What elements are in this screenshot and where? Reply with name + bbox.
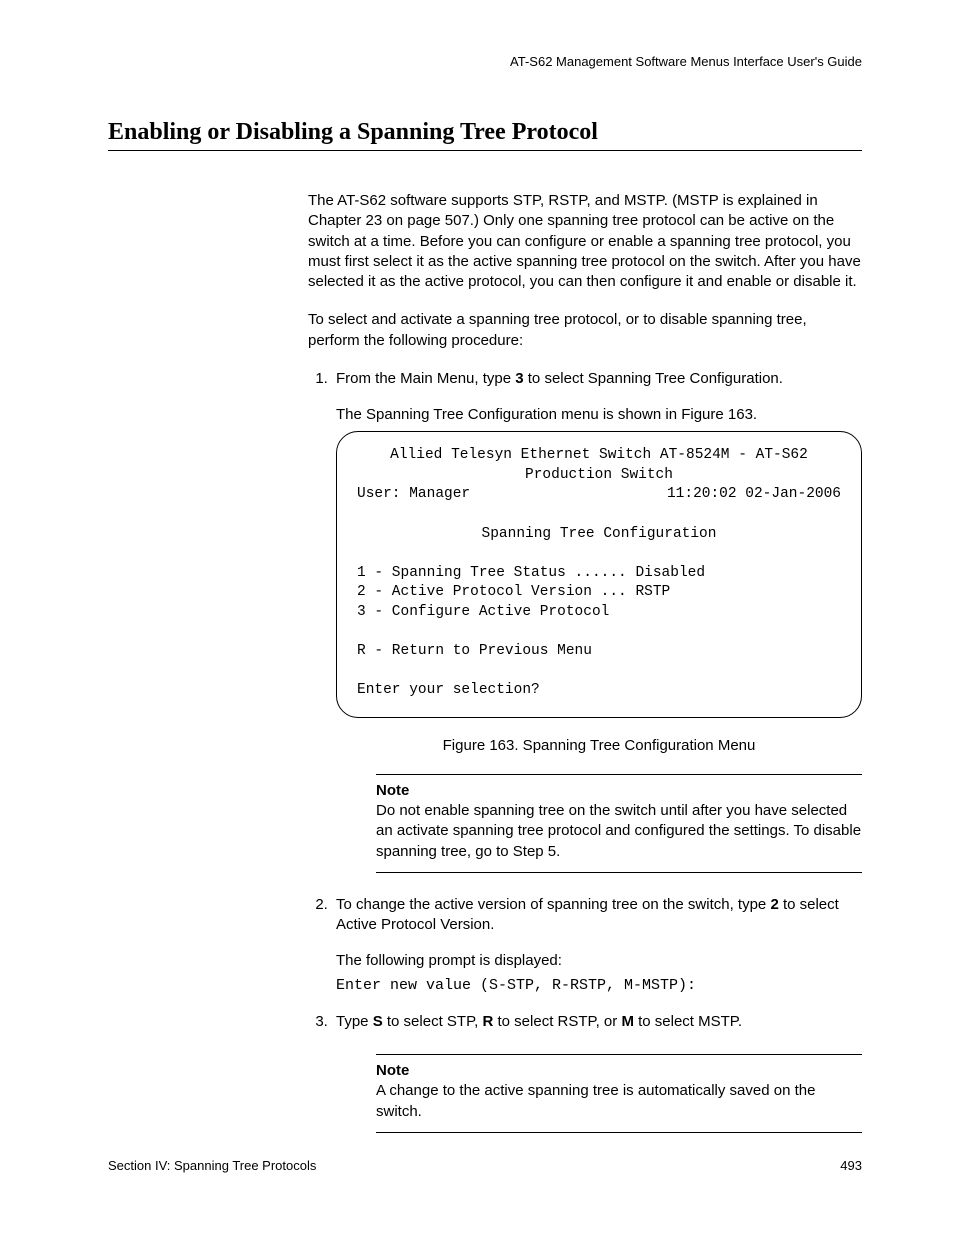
menu-title: Spanning Tree Configuration — [357, 525, 841, 545]
step-3-key-r: R — [482, 1013, 493, 1030]
menu-option-return: R - Return to Previous Menu — [357, 643, 592, 659]
menu-option-1: 1 - Spanning Tree Status ...... Disabled — [357, 565, 705, 581]
step-1-sub: The Spanning Tree Configuration menu is … — [336, 405, 862, 425]
intro-paragraph-2: To select and activate a spanning tree p… — [308, 310, 862, 351]
note-2-text: A change to the active spanning tree is … — [376, 1082, 815, 1119]
note-2: Note A change to the active spanning tre… — [376, 1054, 862, 1133]
menu-user-row: User: Manager 11:20:02 02-Jan-2006 — [357, 485, 841, 505]
step-1: From the Main Menu, type 3 to select Spa… — [332, 369, 862, 873]
step-3-text-d: to select RSTP, or — [493, 1013, 621, 1030]
page: AT-S62 Management Software Menus Interfa… — [0, 0, 954, 1235]
page-title: Enabling or Disabling a Spanning Tree Pr… — [108, 119, 862, 151]
page-footer: Section IV: Spanning Tree Protocols 493 — [108, 1158, 862, 1173]
step-3-text-e: to select MSTP. — [634, 1013, 742, 1030]
running-header: AT-S62 Management Software Menus Interfa… — [108, 54, 862, 69]
step-2: To change the active version of spanning… — [332, 895, 862, 996]
menu-prompt: Enter your selection? — [357, 682, 540, 698]
step-1-key: 3 — [515, 370, 523, 387]
footer-section: Section IV: Spanning Tree Protocols — [108, 1158, 316, 1173]
menu-option-2: 2 - Active Protocol Version ... RSTP — [357, 584, 670, 600]
step-3-key-s: S — [373, 1013, 383, 1030]
step-3-key-m: M — [621, 1013, 634, 1030]
step-2-sub: The following prompt is displayed: — [336, 951, 862, 971]
step-2-prompt: Enter new value (S-STP, R-RSTP, M-MSTP): — [336, 976, 862, 996]
step-2-text-a: To change the active version of spanning… — [336, 896, 770, 913]
step-1-text-b: to select Spanning Tree Configuration. — [524, 370, 783, 387]
menu-option-3: 3 - Configure Active Protocol — [357, 604, 609, 620]
step-2-key: 2 — [770, 896, 778, 913]
intro-paragraph-1: The AT-S62 software supports STP, RSTP, … — [308, 191, 862, 292]
note-1-text: Do not enable spanning tree on the switc… — [376, 802, 861, 860]
menu-user: User: Manager — [357, 485, 470, 505]
note-label-2: Note — [376, 1061, 862, 1081]
procedure-list: From the Main Menu, type 3 to select Spa… — [308, 369, 862, 1133]
footer-page-number: 493 — [840, 1158, 862, 1173]
figure-caption: Figure 163. Spanning Tree Configuration … — [336, 736, 862, 756]
step-1-text-a: From the Main Menu, type — [336, 370, 515, 387]
note-1: Note Do not enable spanning tree on the … — [376, 774, 862, 873]
step-3-text-c: to select STP, — [383, 1013, 483, 1030]
menu-header-2: Production Switch — [357, 466, 841, 486]
menu-timestamp: 11:20:02 02-Jan-2006 — [667, 485, 841, 505]
menu-header-1: Allied Telesyn Ethernet Switch AT-8524M … — [357, 446, 841, 466]
note-label: Note — [376, 781, 862, 801]
step-3-text-a: Type — [336, 1013, 373, 1030]
step-3: Type S to select STP, R to select RSTP, … — [332, 1012, 862, 1133]
terminal-menu: Allied Telesyn Ethernet Switch AT-8524M … — [336, 431, 862, 717]
main-content: The AT-S62 software supports STP, RSTP, … — [308, 191, 862, 1133]
